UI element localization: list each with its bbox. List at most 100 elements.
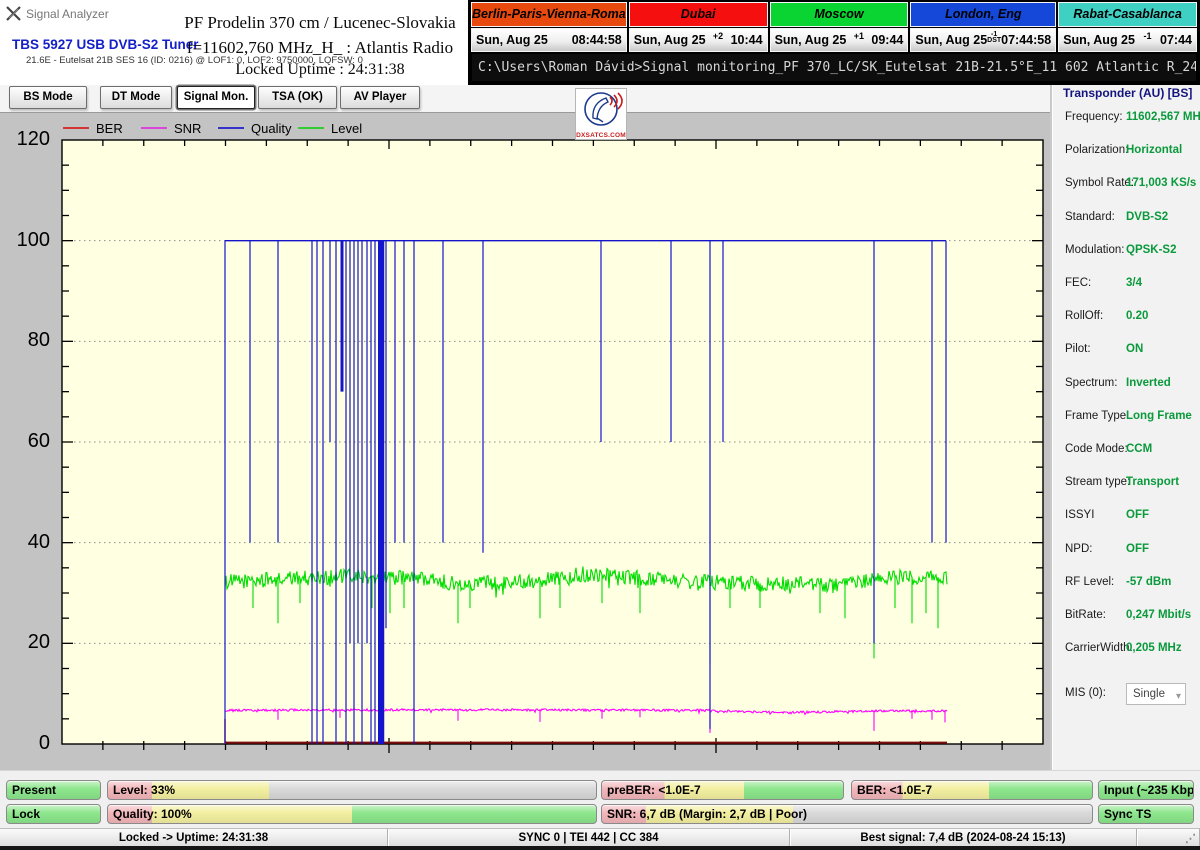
row-label: Standard: xyxy=(1065,211,1115,223)
row-value: Long Frame xyxy=(1126,410,1192,422)
clock-city-name: Berlin-Paris-Vienna-Roma xyxy=(471,2,627,27)
clock-column-3: London, Eng Sun, Aug 25-1DST07:44:58 xyxy=(910,2,1056,54)
row-label: ISSYI xyxy=(1065,509,1094,521)
row-value: 3/4 xyxy=(1126,277,1142,289)
terminal-line: C:\Users\Roman Dávid>Signal monitoring_P… xyxy=(472,54,1196,81)
clock-column-0: Berlin-Paris-Vienna-RomaSun, Aug 2508:44… xyxy=(471,2,627,54)
tab-av-player[interactable]: AV Player xyxy=(340,86,420,109)
row-label: RF Level: xyxy=(1065,576,1114,588)
clock-date: Sun, Aug 25 xyxy=(775,33,847,47)
mis-selected-value: Single xyxy=(1133,688,1165,700)
statusbar-best-signal: Best signal: 7,4 dB (2024-08-24 15:13) xyxy=(790,829,1137,846)
clock-date: Sun, Aug 25 xyxy=(634,33,706,47)
indicator-quality: Quality: 100% xyxy=(107,804,597,824)
row-label: Pilot: xyxy=(1065,343,1091,355)
transponder-row-pilot: Pilot: ON xyxy=(1052,343,1200,359)
locked-uptime-title: Locked Uptime : 24:31:38 xyxy=(170,61,470,79)
clock-time: 10:44 xyxy=(731,33,763,47)
status-bar: Locked -> Uptime: 24:31:38 SYNC 0 | TEI … xyxy=(0,828,1200,846)
resize-grip[interactable]: ⋰ xyxy=(1185,832,1197,845)
clock-city-name: Rabat-Casablanca xyxy=(1058,2,1197,27)
transponder-row-standard: Standard: DVB-S2 xyxy=(1052,211,1200,227)
indicator-snr: SNR: 6,7 dB (Margin: 2,7 dB | Poor) xyxy=(601,804,1093,824)
statusbar-sync-tei-cc: SYNC 0 | TEI 442 | CC 384 xyxy=(388,829,790,846)
clock-date-time: Sun, Aug 25+210:44 xyxy=(629,28,768,52)
transponder-row-frame-type: Frame Type:Long Frame xyxy=(1052,410,1200,426)
tab-bs-mode[interactable]: BS Mode xyxy=(9,86,87,109)
row-value: QPSK-S2 xyxy=(1126,244,1177,256)
clock-date: Sun, Aug 25 xyxy=(915,33,987,47)
clock-utc-offset: -1 xyxy=(1135,31,1160,41)
row-label: RollOff: xyxy=(1065,310,1103,322)
row-value: 11602,567 MHz xyxy=(1126,111,1200,123)
window-bottom-edge xyxy=(0,846,1200,850)
tab-tsa-ok[interactable]: TSA (OK) xyxy=(258,86,337,109)
clock-city-name: London, Eng xyxy=(910,2,1056,27)
clock-utc-offset: -1DST xyxy=(987,30,1001,42)
row-label: Code Mode: xyxy=(1065,443,1128,455)
indicator-ber: BER: <1.0E-7 xyxy=(851,780,1093,800)
indicator-sync-ts: Sync TS xyxy=(1098,804,1194,824)
indicator-input-235-kbps: Input (~235 Kbps) xyxy=(1098,780,1194,800)
mis-select[interactable]: Single ▾ xyxy=(1126,683,1186,705)
app-icon xyxy=(6,6,21,21)
chevron-down-icon: ▾ xyxy=(1176,687,1181,707)
tab-bar: BS Mode DT ModeSignal Mon.TSA (OK)AV Play… xyxy=(0,85,1050,112)
chart-panel: BERSNRQualityLevel 020406080100120 xyxy=(0,112,1050,770)
row-value: DVB-S2 xyxy=(1126,211,1168,223)
row-label: Frame Type: xyxy=(1065,410,1129,422)
transponder-row-npd: NPD:OFF xyxy=(1052,543,1200,559)
indicator-level: Level: 33% xyxy=(107,780,597,800)
statusbar-locked-uptime: Locked -> Uptime: 24:31:38 xyxy=(0,829,388,846)
transponder-sidebar: Transponder (AU) [BS] Frequency:11602,56… xyxy=(1050,85,1200,770)
row-label: CarrierWidth: xyxy=(1065,642,1133,654)
row-label: Symbol Rate: xyxy=(1065,177,1134,189)
clock-time: 07:44 xyxy=(1160,33,1192,47)
transponder-row-bitrate: BitRate: 0,247 Mbit/s xyxy=(1052,609,1200,625)
dxsatcs-logo: DXSATCS.COM xyxy=(575,88,627,140)
clock-time: 07:44:58 xyxy=(1001,33,1051,47)
site-header: PF Prodelin 370 cm / Lucenec-Slovakia f=… xyxy=(170,0,470,79)
world-clock-grid: Berlin-Paris-Vienna-RomaSun, Aug 2508:44… xyxy=(470,2,1198,54)
row-value: Inverted xyxy=(1126,377,1171,389)
row-value: Horizontal xyxy=(1126,144,1182,156)
row-label: Frequency: xyxy=(1065,111,1123,123)
tab-dt-mode[interactable]: DT Mode xyxy=(100,86,172,109)
row-value: -57 dBm xyxy=(1126,576,1171,588)
row-label: Stream type: xyxy=(1065,476,1130,488)
row-value: 0,247 Mbit/s xyxy=(1126,609,1191,621)
transponder-row-spectrum: Spectrum: Inverted xyxy=(1052,377,1200,393)
row-label: FEC: xyxy=(1065,277,1091,289)
row-label: Modulation: xyxy=(1065,244,1124,256)
row-value: OFF xyxy=(1126,509,1149,521)
row-value: 0,205 MHz xyxy=(1126,642,1182,654)
clock-time: 09:44 xyxy=(871,33,903,47)
row-label: BitRate: xyxy=(1065,609,1106,621)
transponder-row-issyi: ISSYI OFF xyxy=(1052,509,1200,525)
indicator-lock: Lock xyxy=(6,804,101,824)
clock-date-time: Sun, Aug 2508:44:58 xyxy=(471,28,627,52)
transponder-row-carrierwidth: CarrierWidth:0,205 MHz xyxy=(1052,642,1200,658)
clock-date-time: Sun, Aug 25+109:44 xyxy=(770,28,909,52)
window-title: Signal Analyzer xyxy=(26,7,109,21)
transponder-row-stream-type: Stream type:Transport xyxy=(1052,476,1200,492)
transponder-row-modulation: Modulation:QPSK-S2 xyxy=(1052,244,1200,260)
satellite-dish-icon xyxy=(576,89,626,129)
row-label: NPD: xyxy=(1065,543,1092,555)
site-title: PF Prodelin 370 cm / Lucenec-Slovakia xyxy=(170,13,470,33)
frequency-title: f=11602,760 MHz_H_ : Atlantis Radio xyxy=(170,38,470,58)
transponder-row-symbol-rate: Symbol Rate:171,003 KS/s xyxy=(1052,177,1200,193)
signal-chart xyxy=(0,113,1050,771)
transponder-row-frequency: Frequency:11602,567 MHz xyxy=(1052,111,1200,127)
clock-utc-offset: +1 xyxy=(846,31,871,41)
row-value: ON xyxy=(1126,343,1143,355)
row-label: Spectrum: xyxy=(1065,377,1117,389)
row-value: 0.20 xyxy=(1126,310,1148,322)
dxsatcs-logo-text: DXSATCS.COM xyxy=(576,132,626,139)
clock-time: 08:44:58 xyxy=(572,33,622,47)
clock-column-1: DubaiSun, Aug 25+210:44 xyxy=(629,2,768,54)
tab-signal-mon[interactable]: Signal Mon. xyxy=(177,86,255,109)
top-header: Signal Analyzer TBS 5927 USB DVB-S2 Tune… xyxy=(0,0,468,85)
clock-date-time: Sun, Aug 25-107:44 xyxy=(1058,28,1197,52)
transponder-row-fec: FEC: 3/4 xyxy=(1052,277,1200,293)
